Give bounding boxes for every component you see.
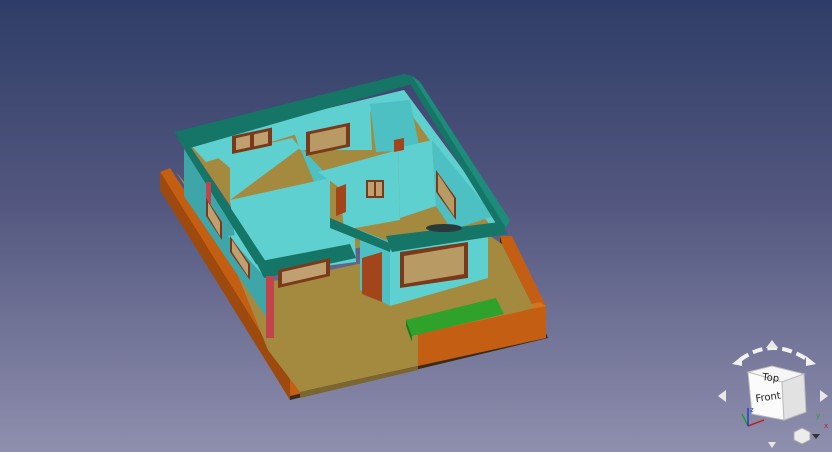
arrow-left-icon[interactable]	[718, 390, 726, 402]
window-interior	[366, 180, 384, 198]
view-menu-cube-icon[interactable]	[793, 427, 811, 445]
rotate-arc-icon[interactable]	[738, 346, 810, 362]
shadow-object	[426, 224, 462, 232]
arrow-right-icon[interactable]	[820, 390, 828, 402]
door-interior-2	[394, 138, 404, 152]
door-front	[362, 252, 382, 302]
axis-y-line	[741, 413, 749, 427]
cube-right-face[interactable]	[781, 373, 807, 421]
house-model[interactable]	[0, 0, 832, 452]
axis-z-label: z	[750, 406, 754, 414]
arrow-down-icon[interactable]	[768, 442, 776, 448]
cube-top-label: Top	[761, 372, 780, 385]
rotate-left-icon[interactable]	[732, 356, 742, 366]
axis-y-label: y	[816, 412, 820, 420]
partition-wall-6	[398, 140, 436, 218]
axis-x-line	[747, 419, 765, 427]
column-left	[266, 276, 274, 338]
navigation-cube[interactable]: Top Front z y x	[712, 338, 832, 452]
axis-x-label: x	[824, 422, 828, 430]
3d-viewport[interactable]: Top Front z y x	[0, 0, 832, 452]
view-menu-dropdown-icon[interactable]	[812, 434, 820, 439]
door-interior-1	[336, 184, 346, 216]
rotate-right-icon[interactable]	[806, 356, 816, 366]
arrow-up-icon[interactable]	[766, 340, 778, 348]
